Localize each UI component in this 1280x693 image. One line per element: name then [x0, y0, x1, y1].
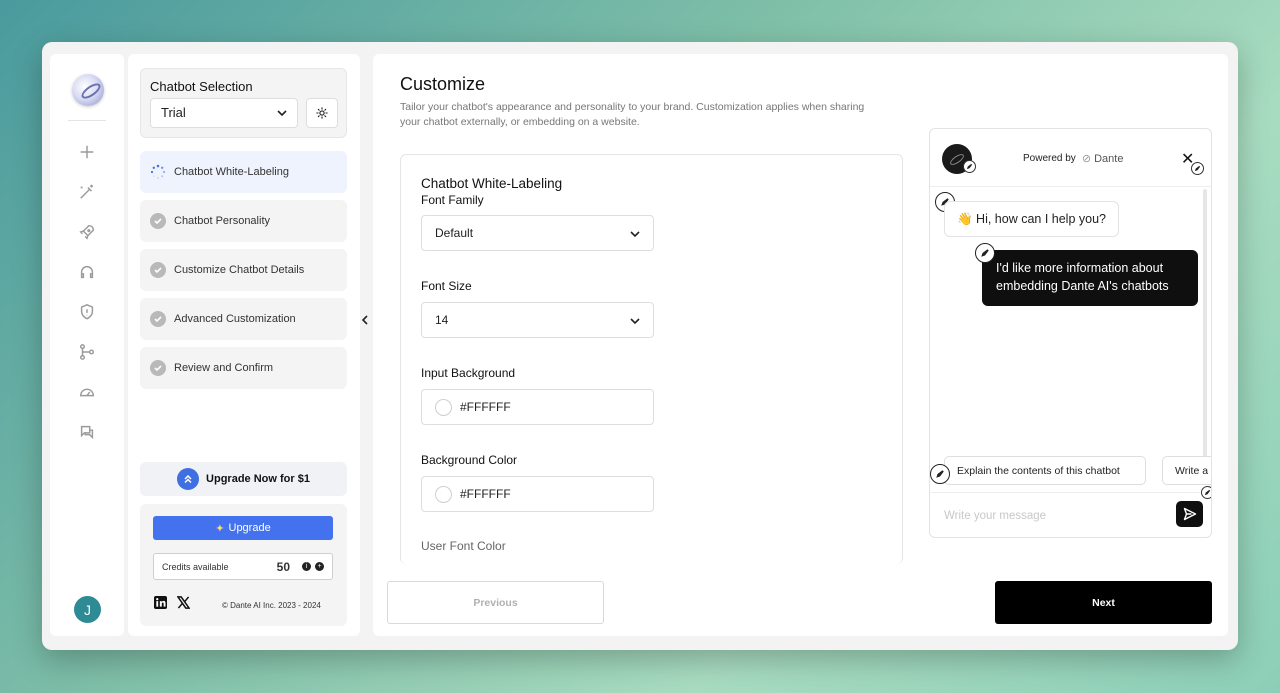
icon-rail: J [50, 54, 124, 636]
step-white-labeling[interactable]: Chatbot White-Labeling [140, 151, 347, 193]
input-background-label: Input Background [421, 366, 516, 380]
double-chevron-up-icon [177, 468, 200, 490]
font-family-select[interactable]: Default [421, 215, 654, 251]
shield-icon[interactable] [77, 302, 97, 322]
upgrade-button[interactable]: ✦ Upgrade [153, 516, 333, 540]
rail-divider [68, 120, 106, 121]
info-icon[interactable]: i [302, 562, 311, 571]
credits-label: Credits available [162, 561, 229, 572]
steps-panel: Chatbot Selection Trial Chatbot White-La… [128, 54, 360, 636]
check-circle-icon [150, 311, 166, 327]
send-icon [1183, 507, 1196, 521]
chat-icon[interactable] [77, 422, 97, 442]
social-links [154, 596, 190, 609]
credits-display: Credits available 50 i + [153, 553, 333, 580]
edit-icon[interactable] [975, 243, 995, 263]
logo-icon[interactable] [72, 74, 104, 106]
background-color-field[interactable]: #FFFFFF [421, 476, 654, 512]
headset-icon[interactable] [77, 262, 97, 282]
font-family-label: Font Family [421, 193, 484, 207]
check-circle-icon [150, 360, 166, 376]
section-title: Chatbot White-Labeling [421, 176, 563, 191]
step-label: Customize Chatbot Details [174, 264, 305, 276]
customize-panel: Customize Tailor your chatbot's appearan… [373, 54, 1228, 636]
input-background-field[interactable]: #FFFFFF [421, 389, 654, 425]
chat-header: Powered by ⊘ Dante ✕ [930, 129, 1211, 187]
chat-preview: Powered by ⊘ Dante ✕ 👋 Hi, how can I hel… [929, 128, 1212, 538]
plus-icon[interactable] [77, 142, 97, 162]
step-label: Chatbot Personality [174, 215, 270, 227]
magic-wand-icon[interactable] [77, 182, 97, 202]
copyright-text: © Dante AI Inc. 2023 - 2024 [222, 601, 321, 610]
color-swatch[interactable] [435, 485, 452, 503]
dante-brand: ⊘ Dante [1082, 152, 1124, 165]
edit-icon[interactable] [930, 464, 950, 484]
font-family-value: Default [435, 226, 474, 240]
next-button[interactable]: Next [995, 581, 1212, 624]
collapse-sidebar-button[interactable] [358, 308, 372, 332]
add-credits-icon[interactable]: + [315, 562, 324, 571]
check-circle-icon [150, 262, 166, 278]
chat-input-placeholder: Write your message [944, 510, 1047, 522]
user-font-color-label: User Font Color [421, 539, 506, 553]
step-label: Review and Confirm [174, 362, 274, 374]
chevron-down-icon [630, 318, 640, 325]
send-button[interactable] [1176, 501, 1203, 527]
color-swatch[interactable] [435, 398, 452, 416]
step-personality[interactable]: Chatbot Personality [140, 200, 347, 242]
settings-button[interactable] [306, 98, 338, 128]
chat-scrollbar[interactable] [1203, 189, 1207, 457]
font-size-value: 14 [435, 313, 449, 327]
page-title: Customize [400, 74, 486, 94]
step-label: Advanced Customization [174, 313, 296, 325]
input-background-value: #FFFFFF [460, 400, 511, 414]
upgrade-banner-label: Upgrade Now for $1 [206, 473, 310, 485]
chat-message-input[interactable]: Write your message [930, 492, 1211, 537]
step-label: Chatbot White-Labeling [174, 166, 289, 178]
upgrade-button-label: Upgrade [228, 522, 271, 534]
font-size-label: Font Size [421, 279, 472, 293]
loading-spinner-icon [150, 164, 166, 180]
edit-icon[interactable] [1201, 486, 1211, 499]
edit-icon[interactable] [1191, 162, 1204, 175]
powered-by: Powered by ⊘ Dante [1023, 152, 1123, 165]
chatbot-select[interactable]: Trial [150, 98, 298, 128]
chatbot-selection-label: Chatbot Selection [150, 79, 253, 94]
white-labeling-form: Chatbot White-Labeling Font Family Defau… [400, 154, 903, 564]
sparkle-icon: ✦ [215, 522, 225, 535]
chatbot-select-value: Trial [161, 105, 186, 120]
chevron-left-icon [361, 315, 368, 325]
previous-button[interactable]: Previous [387, 581, 604, 624]
edit-icon[interactable] [963, 160, 976, 173]
speedometer-icon[interactable] [77, 382, 97, 402]
background-color-label: Background Color [421, 453, 518, 467]
chevron-down-icon [277, 110, 287, 117]
background-color-value: #FFFFFF [460, 487, 511, 501]
page-subtitle: Tailor your chatbot's appearance and per… [400, 101, 865, 128]
suggestion-chip[interactable]: Write a [1162, 456, 1211, 485]
linkedin-icon[interactable] [154, 596, 167, 609]
step-chatbot-details[interactable]: Customize Chatbot Details [140, 249, 347, 291]
user-message: I'd like more information about embeddin… [982, 250, 1198, 306]
rocket-icon[interactable] [77, 222, 97, 242]
app-window: J Chatbot Selection Trial Chatbot White-… [42, 42, 1238, 650]
step-advanced-customization[interactable]: Advanced Customization [140, 298, 347, 340]
upgrade-box: ✦ Upgrade Credits available 50 i + © Dan… [140, 504, 347, 626]
dante-logo-icon: ⊘ [1081, 153, 1092, 165]
chatbot-selection: Chatbot Selection Trial [140, 68, 347, 138]
branch-icon[interactable] [77, 342, 97, 362]
powered-by-label: Powered by [1023, 153, 1076, 164]
bot-message: 👋 Hi, how can I help you? [944, 201, 1119, 237]
upgrade-banner[interactable]: Upgrade Now for $1 [140, 462, 347, 496]
check-circle-icon [150, 213, 166, 229]
x-twitter-icon[interactable] [177, 596, 190, 609]
avatar[interactable]: J [74, 596, 101, 623]
suggestion-chip[interactable]: Explain the contents of this chatbot [944, 456, 1146, 485]
font-size-select[interactable]: 14 [421, 302, 654, 338]
chevron-down-icon [630, 231, 640, 238]
dante-brand-label: Dante [1094, 153, 1124, 165]
step-review-confirm[interactable]: Review and Confirm [140, 347, 347, 389]
gear-icon [316, 107, 328, 119]
credits-value: 50 [276, 559, 290, 574]
